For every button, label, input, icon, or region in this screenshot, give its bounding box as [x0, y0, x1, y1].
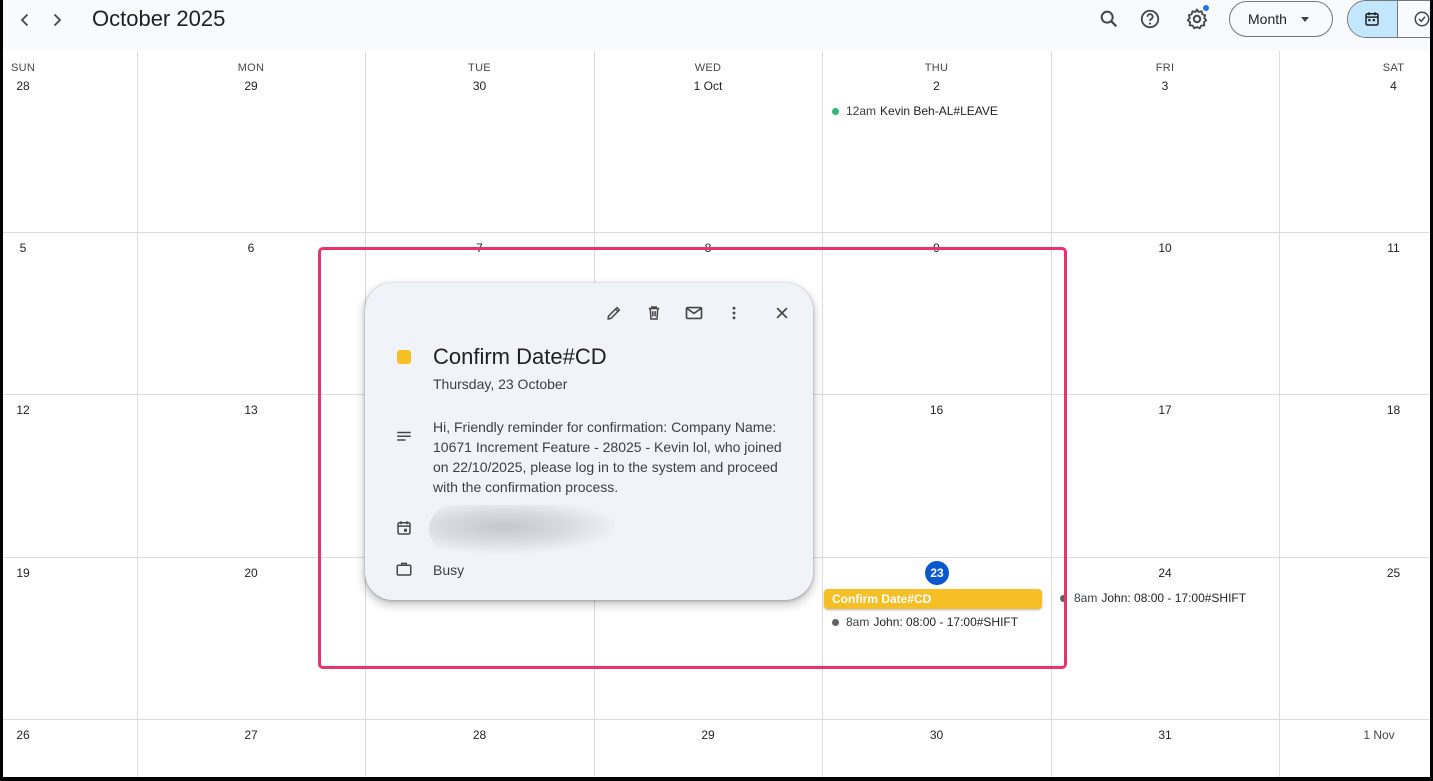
- search-icon: [1100, 10, 1118, 28]
- trash-icon: [648, 306, 660, 320]
- previous-month-button[interactable]: [11, 6, 39, 34]
- weekday-header-tue: TUE: [468, 62, 491, 74]
- day-number[interactable]: 13: [137, 403, 365, 417]
- email-guests-button[interactable]: [680, 299, 708, 327]
- day-number[interactable]: 28: [3, 79, 43, 93]
- day-number[interactable]: 8: [594, 241, 822, 255]
- day-number[interactable]: 29: [594, 728, 822, 742]
- help-icon: [1140, 9, 1160, 29]
- event-time: 12am: [846, 104, 877, 118]
- task-check-icon: [1414, 11, 1430, 27]
- event-time: 8am: [846, 615, 870, 629]
- day-number[interactable]: 3: [1051, 79, 1279, 93]
- day-number[interactable]: 28: [365, 728, 594, 742]
- day-number[interactable]: 30: [822, 728, 1051, 742]
- app-switcher: [1347, 0, 1430, 38]
- day-number[interactable]: 31: [1051, 728, 1279, 742]
- calendar-icon: [395, 519, 413, 542]
- calendar-icon: [1365, 12, 1379, 26]
- event-chip-confirm-date[interactable]: Confirm Date#CD: [824, 589, 1042, 609]
- briefcase-icon: [395, 560, 413, 583]
- day-number[interactable]: 9: [822, 241, 1051, 255]
- event-shift[interactable]: 8am John: 08:00 - 17:00#SHIFT: [1060, 588, 1246, 608]
- day-number[interactable]: 24: [1051, 566, 1279, 580]
- event-time: 8am: [1074, 591, 1098, 605]
- dropdown-arrow-icon: [1300, 16, 1309, 22]
- delete-event-button[interactable]: [640, 299, 668, 327]
- top-bar: October 2025 Month: [3, 0, 1430, 50]
- weekday-header-sun: SUN: [10, 62, 36, 74]
- redacted-calendar-name: [429, 505, 615, 553]
- day-number[interactable]: 4: [1279, 79, 1430, 93]
- more-vert-icon: [732, 306, 736, 320]
- event-date: Thursday, 23 October: [433, 376, 568, 392]
- calendar-view-toggle[interactable]: [1348, 1, 1397, 37]
- weekday-header-fri: FRI: [1155, 62, 1175, 74]
- day-number[interactable]: 27: [137, 728, 365, 742]
- day-number[interactable]: 1 Nov: [1349, 728, 1409, 742]
- close-popup-button[interactable]: [768, 299, 796, 327]
- event-description: Hi, Friendly reminder for confirmation: …: [433, 419, 782, 495]
- search-button[interactable]: [1093, 3, 1125, 35]
- day-number[interactable]: 25: [1279, 566, 1430, 580]
- event-shift[interactable]: 8am John: 08:00 - 17:00#SHIFT: [832, 612, 1018, 632]
- help-button[interactable]: [1134, 3, 1166, 35]
- day-number[interactable]: 18: [1279, 403, 1430, 417]
- day-number[interactable]: 6: [137, 241, 365, 255]
- view-selector-label: Month: [1248, 11, 1287, 27]
- day-number[interactable]: 10: [1051, 241, 1279, 255]
- pencil-icon: [607, 306, 621, 320]
- availability-status: Busy: [433, 562, 465, 578]
- chevron-right-icon: [53, 13, 62, 27]
- event-color-dot: [832, 107, 839, 115]
- notification-dot: [1203, 5, 1209, 11]
- day-number[interactable]: 7: [365, 241, 594, 255]
- day-number[interactable]: 20: [137, 566, 365, 580]
- event-color-swatch: [397, 350, 411, 364]
- more-options-button[interactable]: [720, 299, 748, 327]
- calendar-window: October 2025 Month SUN MON TUE WED THU F…: [3, 0, 1430, 777]
- today-day-number[interactable]: 23: [925, 561, 949, 585]
- day-number[interactable]: 29: [137, 79, 365, 93]
- view-selector[interactable]: Month: [1229, 1, 1333, 37]
- current-month-title: October 2025: [92, 6, 226, 31]
- next-month-button[interactable]: [43, 6, 71, 34]
- event-title: Kevin Beh-AL#LEAVE: [880, 104, 998, 118]
- event-details-popup: Confirm Date#CD Thursday, 23 October Hi,…: [365, 283, 813, 600]
- edit-event-button[interactable]: [600, 299, 628, 327]
- day-number[interactable]: 19: [3, 566, 43, 580]
- weekday-header-wed: WED: [694, 62, 722, 74]
- event-title: Confirm Date#CD: [433, 344, 607, 369]
- description-icon: [395, 428, 413, 451]
- event-title: John: 08:00 - 17:00#SHIFT: [1101, 591, 1247, 605]
- day-number[interactable]: 1 Oct: [594, 79, 822, 93]
- event-leave[interactable]: 12am Kevin Beh-AL#LEAVE: [832, 101, 998, 121]
- weekday-header-thu: THU: [924, 62, 949, 74]
- weekday-header-sat: SAT: [1382, 62, 1405, 74]
- day-number[interactable]: 17: [1051, 403, 1279, 417]
- close-icon: [776, 307, 788, 319]
- day-number[interactable]: 16: [822, 403, 1051, 417]
- day-number[interactable]: 12: [3, 403, 43, 417]
- day-number[interactable]: 11: [1279, 241, 1430, 255]
- chevron-left-icon: [20, 13, 29, 27]
- day-number[interactable]: 30: [365, 79, 594, 93]
- mail-icon: [685, 306, 703, 320]
- day-number[interactable]: 26: [3, 728, 43, 742]
- weekday-header-mon: MON: [237, 62, 265, 74]
- event-color-dot: [832, 618, 839, 626]
- day-number[interactable]: 2: [822, 79, 1051, 93]
- tasks-view-toggle[interactable]: [1396, 1, 1431, 37]
- event-title: John: 08:00 - 17:00#SHIFT: [873, 615, 1019, 629]
- event-color-dot: [1060, 594, 1067, 602]
- day-number[interactable]: 5: [3, 241, 43, 255]
